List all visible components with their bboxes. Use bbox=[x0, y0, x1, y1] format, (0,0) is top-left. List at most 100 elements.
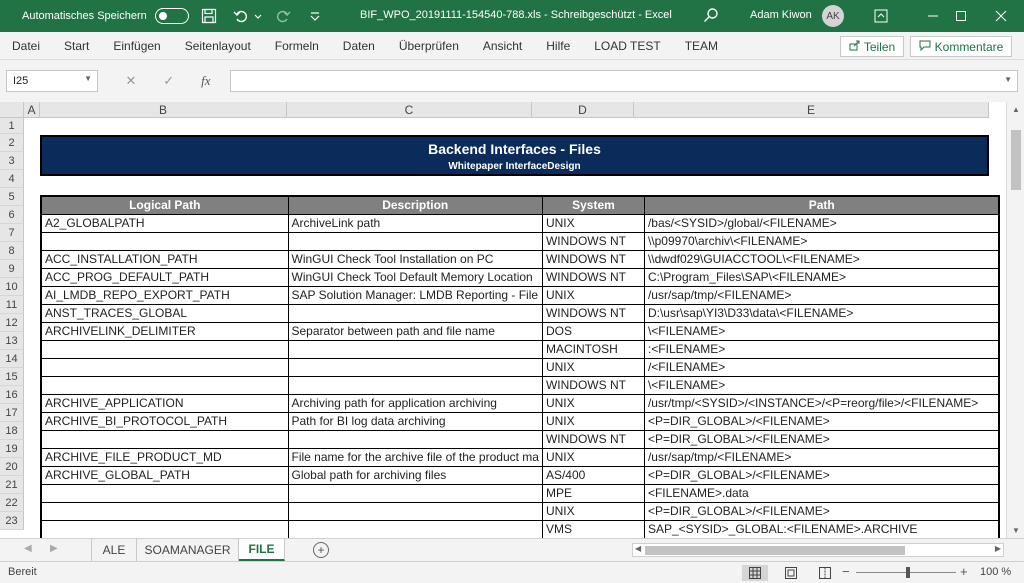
description-cell[interactable] bbox=[287, 357, 543, 377]
row-header[interactable]: 5 bbox=[0, 188, 24, 206]
path-cell[interactable]: /bas/<SYSID>/global/<FILENAME> bbox=[643, 213, 1000, 233]
logical-path-cell[interactable] bbox=[40, 429, 289, 449]
insert-function-button[interactable]: fx bbox=[201, 73, 210, 89]
header-logical-path[interactable]: Logical Path bbox=[40, 195, 289, 215]
description-cell[interactable]: SAP Solution Manager: LMDB Reporting - F… bbox=[287, 285, 543, 305]
system-cell[interactable]: UNIX bbox=[541, 411, 645, 431]
menu-load-test[interactable]: LOAD TEST bbox=[594, 39, 660, 53]
description-cell[interactable]: Archiving path for application archiving bbox=[287, 393, 543, 413]
path-cell[interactable]: \\dwdf029\GUIACCTOOL\<FILENAME> bbox=[643, 249, 1000, 269]
description-cell[interactable] bbox=[287, 231, 543, 251]
search-icon[interactable] bbox=[703, 7, 719, 26]
menu-seitenlayout[interactable]: Seitenlayout bbox=[185, 39, 251, 53]
path-cell[interactable]: /usr/sap/tmp/<FILENAME> bbox=[643, 285, 1000, 305]
sheet-tab-file[interactable]: FILE bbox=[239, 539, 285, 561]
vertical-scrollbar[interactable]: ▲ ▼ bbox=[1006, 102, 1024, 538]
page-layout-view-icon[interactable] bbox=[778, 565, 804, 581]
description-cell[interactable] bbox=[287, 429, 543, 449]
row-header[interactable]: 11 bbox=[0, 296, 24, 314]
zoom-slider-knob[interactable] bbox=[906, 567, 910, 578]
row-header[interactable]: 19 bbox=[0, 440, 24, 458]
logical-path-cell[interactable]: AI_LMDB_REPO_EXPORT_PATH bbox=[40, 285, 289, 305]
horizontal-scrollbar[interactable]: ◀ ▶ bbox=[632, 543, 1004, 557]
column-header-b[interactable]: B bbox=[40, 102, 287, 118]
expand-formula-icon[interactable]: ▼ bbox=[1004, 75, 1012, 84]
row-header[interactable]: 8 bbox=[0, 242, 24, 260]
logical-path-cell[interactable]: ARCHIVE_GLOBAL_PATH bbox=[40, 465, 289, 485]
header-path[interactable]: Path bbox=[643, 195, 1000, 215]
path-cell[interactable]: \\p09970\archiv\<FILENAME> bbox=[643, 231, 1000, 251]
menu-team[interactable]: TEAM bbox=[685, 39, 718, 53]
description-cell[interactable]: WinGUI Check Tool Installation on PC bbox=[287, 249, 543, 269]
column-header-d[interactable]: D bbox=[532, 102, 634, 118]
path-cell[interactable]: <FILENAME>.data bbox=[643, 483, 1000, 503]
description-cell[interactable] bbox=[287, 483, 543, 503]
logical-path-cell[interactable]: ARCHIVE_APPLICATION bbox=[40, 393, 289, 413]
menu-datei[interactable]: Datei bbox=[12, 39, 40, 53]
path-cell[interactable]: SAP_<SYSID>_GLOBAL:<FILENAME>.ARCHIVE bbox=[643, 519, 1000, 538]
column-header-e[interactable]: E bbox=[634, 102, 989, 118]
path-cell[interactable]: D:\usr\sap\YI3\D33\data\<FILENAME> bbox=[643, 303, 1000, 323]
system-cell[interactable]: UNIX bbox=[541, 357, 645, 377]
row-header[interactable]: 3 bbox=[0, 152, 24, 170]
description-cell[interactable] bbox=[287, 303, 543, 323]
row-header[interactable]: 23 bbox=[0, 512, 24, 530]
path-cell[interactable]: \<FILENAME> bbox=[643, 375, 1000, 395]
menu-hilfe[interactable]: Hilfe bbox=[546, 39, 570, 53]
logical-path-cell[interactable]: ACC_PROG_DEFAULT_PATH bbox=[40, 267, 289, 287]
undo-icon[interactable] bbox=[229, 4, 253, 28]
logical-path-cell[interactable] bbox=[40, 339, 289, 359]
description-cell[interactable]: Path for BI log data archiving bbox=[287, 411, 543, 431]
row-header[interactable]: 6 bbox=[0, 206, 24, 224]
row-header[interactable]: 17 bbox=[0, 404, 24, 422]
path-cell[interactable]: <P=DIR_GLOBAL>/<FILENAME> bbox=[643, 465, 1000, 485]
logical-path-cell[interactable]: A2_GLOBALPATH bbox=[40, 213, 289, 233]
quick-access-customize-icon[interactable] bbox=[303, 4, 327, 28]
path-cell[interactable]: /usr/sap/tmp/<FILENAME> bbox=[643, 447, 1000, 467]
row-header[interactable]: 13 bbox=[0, 332, 24, 350]
logical-path-cell[interactable]: ACC_INSTALLATION_PATH bbox=[40, 249, 289, 269]
scroll-thumb[interactable] bbox=[1011, 130, 1021, 190]
path-cell[interactable]: <P=DIR_GLOBAL>/<FILENAME> bbox=[643, 501, 1000, 521]
chevron-down-icon[interactable]: ▼ bbox=[84, 74, 92, 83]
logical-path-cell[interactable]: ARCHIVELINK_DELIMITER bbox=[40, 321, 289, 341]
description-cell[interactable] bbox=[287, 375, 543, 395]
system-cell[interactable]: WINDOWS NT bbox=[541, 249, 645, 269]
row-header[interactable]: 14 bbox=[0, 350, 24, 368]
menu-start[interactable]: Start bbox=[64, 39, 89, 53]
formula-input[interactable]: ▼ bbox=[230, 70, 1018, 92]
system-cell[interactable]: UNIX bbox=[541, 213, 645, 233]
worksheet-grid[interactable]: A B C D E 1 2 3 4 5 6 7 8 9 10 11 12 13 14 15 16 17 18 19 2… bbox=[0, 102, 1024, 538]
description-cell[interactable]: ArchiveLink path bbox=[287, 213, 543, 233]
description-cell[interactable] bbox=[287, 519, 543, 538]
header-system[interactable]: System bbox=[541, 195, 645, 215]
row-header[interactable]: 18 bbox=[0, 422, 24, 440]
logical-path-cell[interactable] bbox=[40, 519, 289, 538]
column-header-c[interactable]: C bbox=[287, 102, 532, 118]
hscroll-thumb[interactable] bbox=[645, 546, 905, 555]
menu-formeln[interactable]: Formeln bbox=[275, 39, 319, 53]
description-cell[interactable] bbox=[287, 339, 543, 359]
row-header[interactable]: 20 bbox=[0, 458, 24, 476]
close-icon[interactable] bbox=[978, 0, 1024, 32]
sheet-tab-ale[interactable]: ALE bbox=[91, 539, 137, 561]
column-header-a[interactable]: A bbox=[24, 102, 40, 118]
enter-icon[interactable]: ✓ bbox=[163, 73, 174, 89]
logical-path-cell[interactable] bbox=[40, 501, 289, 521]
comments-button[interactable]: Kommentare bbox=[910, 36, 1012, 57]
row-header[interactable]: 12 bbox=[0, 314, 24, 332]
save-icon[interactable] bbox=[197, 4, 221, 28]
system-cell[interactable]: WINDOWS NT bbox=[541, 303, 645, 323]
system-cell[interactable]: UNIX bbox=[541, 285, 645, 305]
share-button[interactable]: Teilen bbox=[840, 36, 904, 57]
path-cell[interactable]: /usr/tmp/<SYSID>/<INSTANCE>/<P=reorg/fil… bbox=[643, 393, 1000, 413]
menu-ansicht[interactable]: Ansicht bbox=[483, 39, 522, 53]
scroll-right-icon[interactable]: ▶ bbox=[995, 544, 1001, 553]
logical-path-cell[interactable] bbox=[40, 357, 289, 377]
system-cell[interactable]: WINDOWS NT bbox=[541, 375, 645, 395]
row-header[interactable]: 1 bbox=[0, 118, 24, 134]
description-cell[interactable]: Separator between path and file name bbox=[287, 321, 543, 341]
system-cell[interactable]: WINDOWS NT bbox=[541, 231, 645, 251]
page-break-view-icon[interactable] bbox=[812, 565, 838, 581]
row-header[interactable]: 16 bbox=[0, 386, 24, 404]
